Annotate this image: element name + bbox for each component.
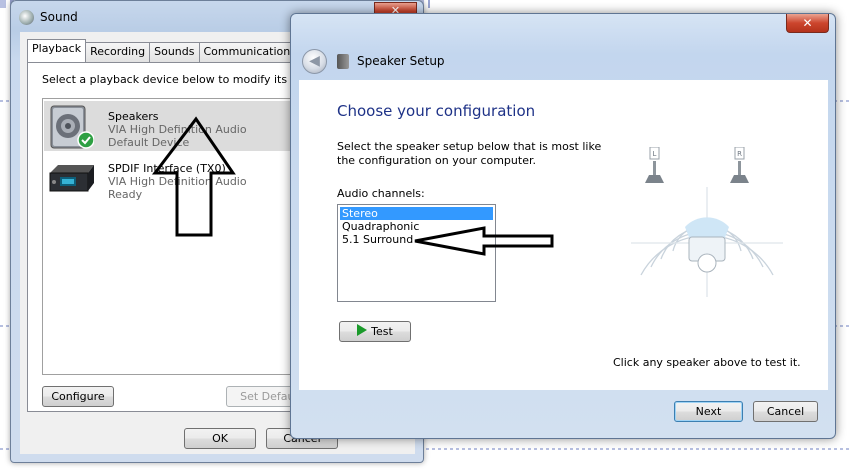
channel-option-quadraphonic[interactable]: Quadraphonic	[340, 220, 493, 233]
channel-option-stereo[interactable]: Stereo	[340, 207, 493, 220]
play-icon	[357, 324, 368, 336]
configure-button[interactable]: Configure	[42, 386, 114, 407]
device-name: SPDIF Interface (TX0)	[108, 162, 226, 175]
channel-option-5-1-surround[interactable]: 5.1 Surround	[340, 233, 493, 246]
sound-dialog-title: Sound	[40, 10, 78, 24]
next-button[interactable]: Next	[674, 401, 743, 422]
speaker-layout-diagram: L R	[631, 147, 783, 297]
configuration-heading: Choose your configuration	[337, 102, 536, 120]
speaker-icon	[50, 105, 94, 149]
device-status: Default Device	[108, 136, 190, 149]
device-driver: VIA High Definition Audio	[108, 175, 247, 188]
spdif-device-icon	[49, 165, 94, 192]
back-arrow-icon[interactable]: ◀	[302, 49, 327, 74]
speaker-right-icon[interactable]: R	[730, 147, 749, 183]
ok-button[interactable]: OK	[184, 428, 256, 449]
speaker-left-icon[interactable]: L	[645, 147, 664, 183]
speaker-test-hint: Click any speaker above to test it.	[613, 356, 801, 369]
speaker-left-label: L	[653, 150, 657, 158]
speaker-setup-content: Choose your configuration Select the spe…	[299, 80, 828, 390]
configuration-description: Select the speaker setup below that is m…	[337, 140, 602, 167]
tab-recording[interactable]: Recording	[85, 42, 151, 62]
sound-tabs: Playback Recording Sounds Communications	[27, 39, 301, 62]
speaker-setup-title: Speaker Setup	[357, 54, 445, 68]
speaker-right-label: R	[737, 150, 742, 158]
setup-cancel-button[interactable]: Cancel	[753, 401, 818, 422]
tab-communications[interactable]: Communications	[198, 42, 301, 62]
audio-channels-label: Audio channels:	[337, 187, 425, 200]
test-button-label: Test	[371, 325, 393, 338]
device-name: Speakers	[108, 110, 159, 123]
tab-playback[interactable]: Playback	[27, 39, 87, 62]
sound-app-icon	[19, 10, 34, 25]
speaker-setup-dialog: ✕ ◀ Speaker Setup Choose your configurat…	[290, 13, 836, 439]
speaker-setup-icon	[337, 54, 349, 69]
tab-sounds[interactable]: Sounds	[149, 42, 200, 62]
listener-seat-icon	[685, 217, 729, 273]
device-driver: VIA High Definition Audio	[108, 123, 247, 136]
test-button[interactable]: Test	[339, 321, 411, 342]
setup-close-button[interactable]: ✕	[786, 14, 829, 33]
device-status: Ready	[108, 188, 143, 201]
audio-channels-list[interactable]: Stereo Quadraphonic 5.1 Surround	[337, 204, 496, 302]
